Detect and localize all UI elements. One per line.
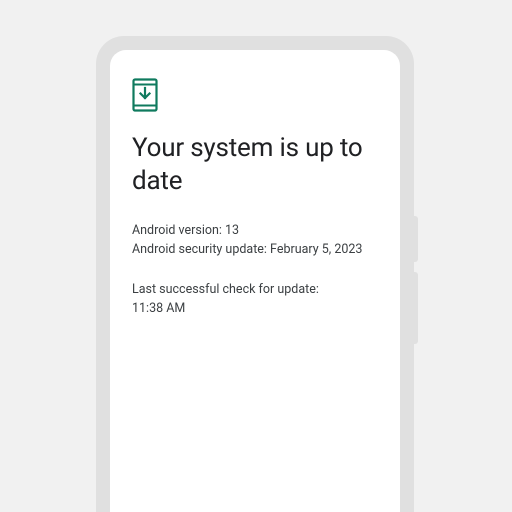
system-update-screen: Your system is up to date Android versio… [110, 50, 400, 512]
last-check-block: Last successful check for update: 11:38 … [132, 280, 378, 319]
update-status-heading: Your system is up to date [132, 132, 378, 197]
android-version-line: Android version: 13 [132, 221, 378, 240]
security-update-line: Android security update: February 5, 202… [132, 240, 378, 259]
phone-side-button [414, 272, 418, 344]
system-update-icon [132, 78, 378, 116]
last-check-label: Last successful check for update: [132, 280, 378, 299]
last-check-time: 11:38 AM [132, 299, 378, 318]
phone-side-button [414, 216, 418, 262]
version-info-block: Android version: 13 Android security upd… [132, 221, 378, 260]
phone-frame: Your system is up to date Android versio… [96, 36, 414, 512]
